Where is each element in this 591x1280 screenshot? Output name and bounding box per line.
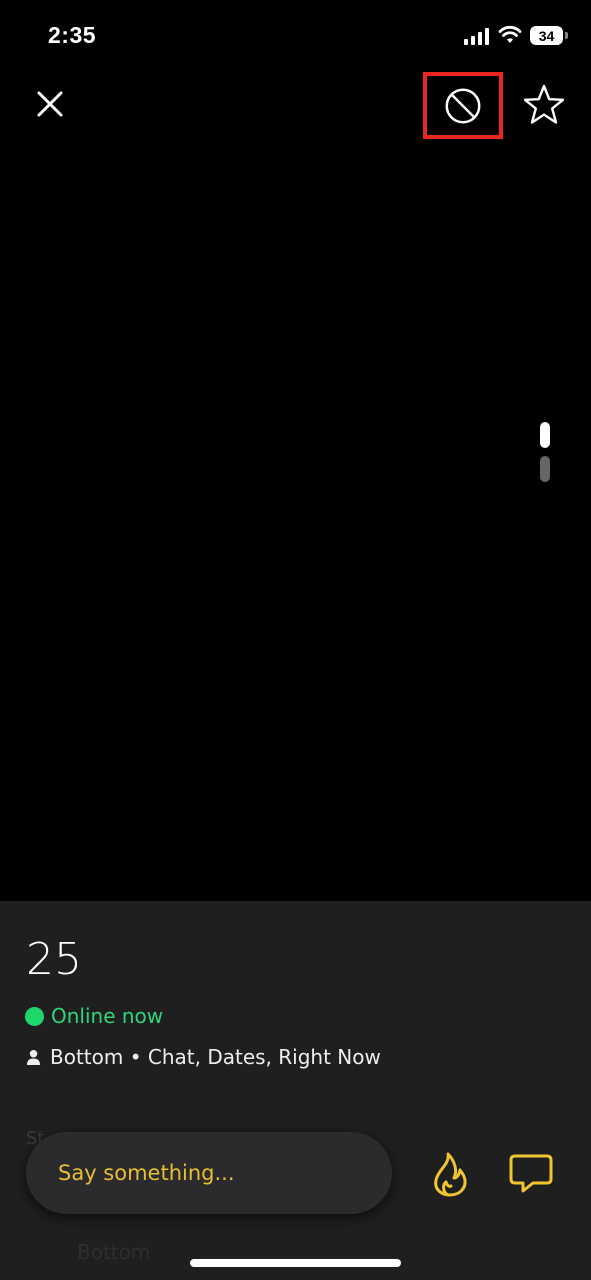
position-value-obscured: Bottom [77, 1240, 151, 1264]
battery-tip [565, 32, 568, 39]
block-icon [445, 88, 481, 123]
star-icon [523, 84, 565, 124]
battery-indicator: 34 [530, 26, 563, 45]
person-icon [26, 1049, 41, 1065]
online-status: Online now [25, 1004, 163, 1028]
battery-level: 34 [538, 27, 555, 44]
chat-button[interactable] [508, 1152, 554, 1196]
profile-age: 25 [26, 934, 82, 985]
photo-pager[interactable] [540, 422, 550, 490]
tap-button[interactable] [428, 1150, 472, 1198]
home-indicator[interactable] [190, 1259, 401, 1267]
profile-details-text: Bottom • Chat, Dates, Right Now [50, 1045, 381, 1069]
block-button[interactable] [423, 72, 503, 139]
message-composer[interactable] [26, 1132, 392, 1214]
wifi-icon [498, 25, 522, 43]
profile-details: Bottom • Chat, Dates, Right Now [26, 1045, 381, 1069]
online-dot-icon [25, 1006, 44, 1026]
close-button[interactable] [32, 86, 68, 122]
profile-info-panel [0, 901, 591, 1280]
photo-page-dot[interactable] [540, 456, 550, 482]
cellular-signal-icon [464, 28, 489, 45]
photo-page-dot-active[interactable] [540, 422, 550, 448]
status-bar: 2:35 34 [0, 0, 591, 70]
close-icon [37, 91, 63, 117]
flame-icon [434, 1152, 467, 1197]
message-input[interactable] [58, 1161, 358, 1185]
favorite-button[interactable] [522, 83, 566, 127]
status-time: 2:35 [48, 22, 97, 48]
online-status-text: Online now [51, 1004, 164, 1028]
chat-bubble-icon [509, 1154, 553, 1193]
